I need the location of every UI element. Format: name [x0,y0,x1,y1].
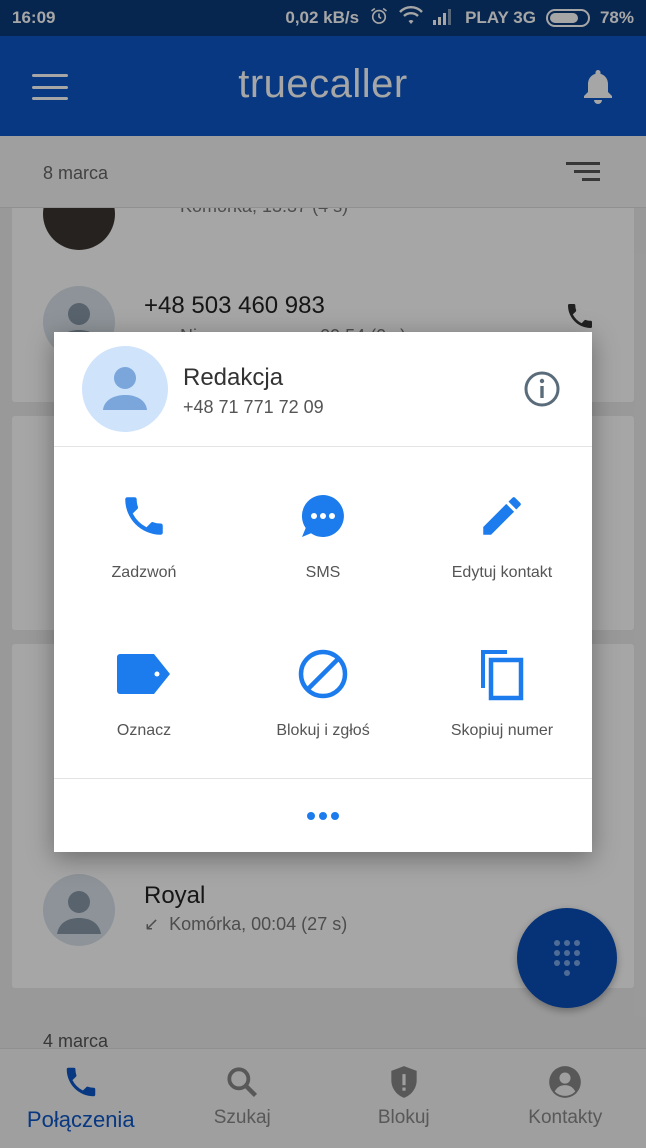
copy-icon [477,646,527,702]
edit-contact-button[interactable]: Edytuj kontakt [412,488,592,582]
more-options-button[interactable] [54,778,592,852]
tag-icon [116,646,172,702]
block-report-button[interactable]: Blokuj i zgłoś [233,646,413,740]
contact-avatar [82,346,168,432]
edit-icon [477,488,527,544]
sms-icon [298,488,348,544]
action-label: Skopiuj numer [450,722,554,739]
action-label: Oznacz [116,722,172,739]
copy-number-button[interactable]: Skopiuj numer [412,646,592,740]
more-icon [307,811,339,820]
sms-button[interactable]: SMS [233,488,413,582]
contact-number: +48 71 771 72 09 [183,397,324,417]
contact-actions-dialog: Redakcja +48 71 771 72 09 Zadzwoń SMS Ed… [54,332,592,852]
block-icon [297,646,349,702]
action-grid: Zadzwoń SMS Edytuj kontakt Oznacz Blokuj… [54,448,592,778]
tag-button[interactable]: Oznacz [54,646,234,740]
phone-icon [119,488,169,544]
action-label: Zadzwoń [111,564,177,581]
dialog-header: Redakcja +48 71 771 72 09 [54,332,592,447]
contact-name: Redakcja [183,364,284,391]
person-icon [103,367,147,410]
action-label: Edytuj kontakt [451,564,553,581]
action-label: SMS [305,564,341,581]
info-icon[interactable] [523,370,561,413]
call-button[interactable]: Zadzwoń [54,488,234,582]
action-label: Blokuj i zgłoś [276,722,370,739]
